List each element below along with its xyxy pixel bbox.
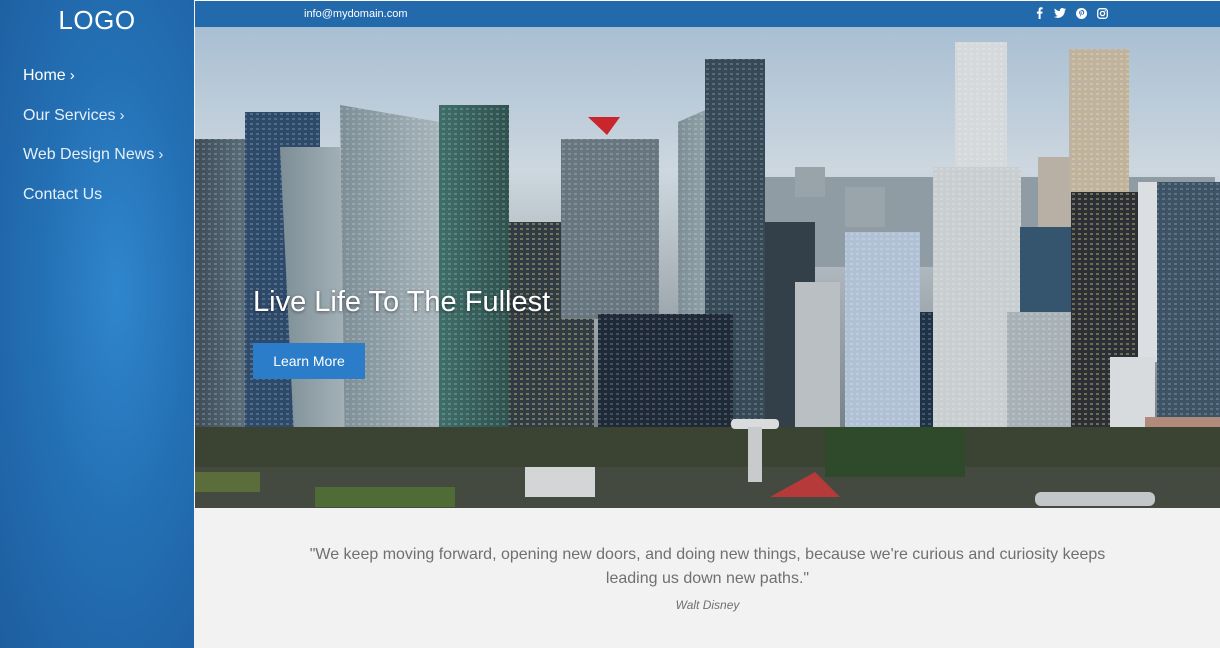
top-bar: info@mydomain.com [195, 0, 1220, 27]
email-link[interactable]: info@mydomain.com [304, 8, 407, 20]
pinterest-icon[interactable] [1075, 7, 1087, 19]
hero-title: Live Life To The Fullest [253, 286, 551, 318]
twitter-icon[interactable] [1054, 7, 1066, 19]
facebook-icon[interactable] [1033, 7, 1045, 19]
city-skyline-photo [195, 27, 1220, 508]
learn-more-button[interactable]: Learn More [253, 343, 365, 379]
nav-item-contact-us[interactable]: Contact Us [23, 185, 163, 225]
nav-item-label: Home [23, 67, 66, 84]
nav-item-home[interactable]: Home › [23, 66, 163, 106]
social-links [1033, 7, 1108, 19]
sidebar: LOGO Home › Our Services › Web Design News… [0, 0, 194, 648]
chevron-right-icon: › [119, 106, 125, 124]
chevron-right-icon: › [69, 67, 75, 84]
quote-text: "We keep moving forward, opening new doo… [309, 546, 1106, 587]
quote-section: "We keep moving forward, opening new doo… [195, 508, 1220, 648]
nav-item-web-design-news[interactable]: Web Design News › [23, 145, 163, 185]
quote-author: Walt Disney [675, 598, 740, 612]
nav-item-label: Our Services [23, 106, 116, 124]
logo[interactable]: LOGO [0, 5, 194, 36]
nav-item-our-services[interactable]: Our Services › [23, 106, 163, 146]
instagram-icon[interactable] [1096, 7, 1108, 19]
nav-item-label: Contact Us [23, 185, 103, 203]
sidebar-nav: Home › Our Services › Web Design News › Con… [23, 66, 163, 224]
chevron-right-icon: › [158, 146, 164, 163]
hero-banner: Live Life To The Fullest Learn More [195, 27, 1220, 508]
nav-item-label: Web Design News [23, 146, 155, 163]
